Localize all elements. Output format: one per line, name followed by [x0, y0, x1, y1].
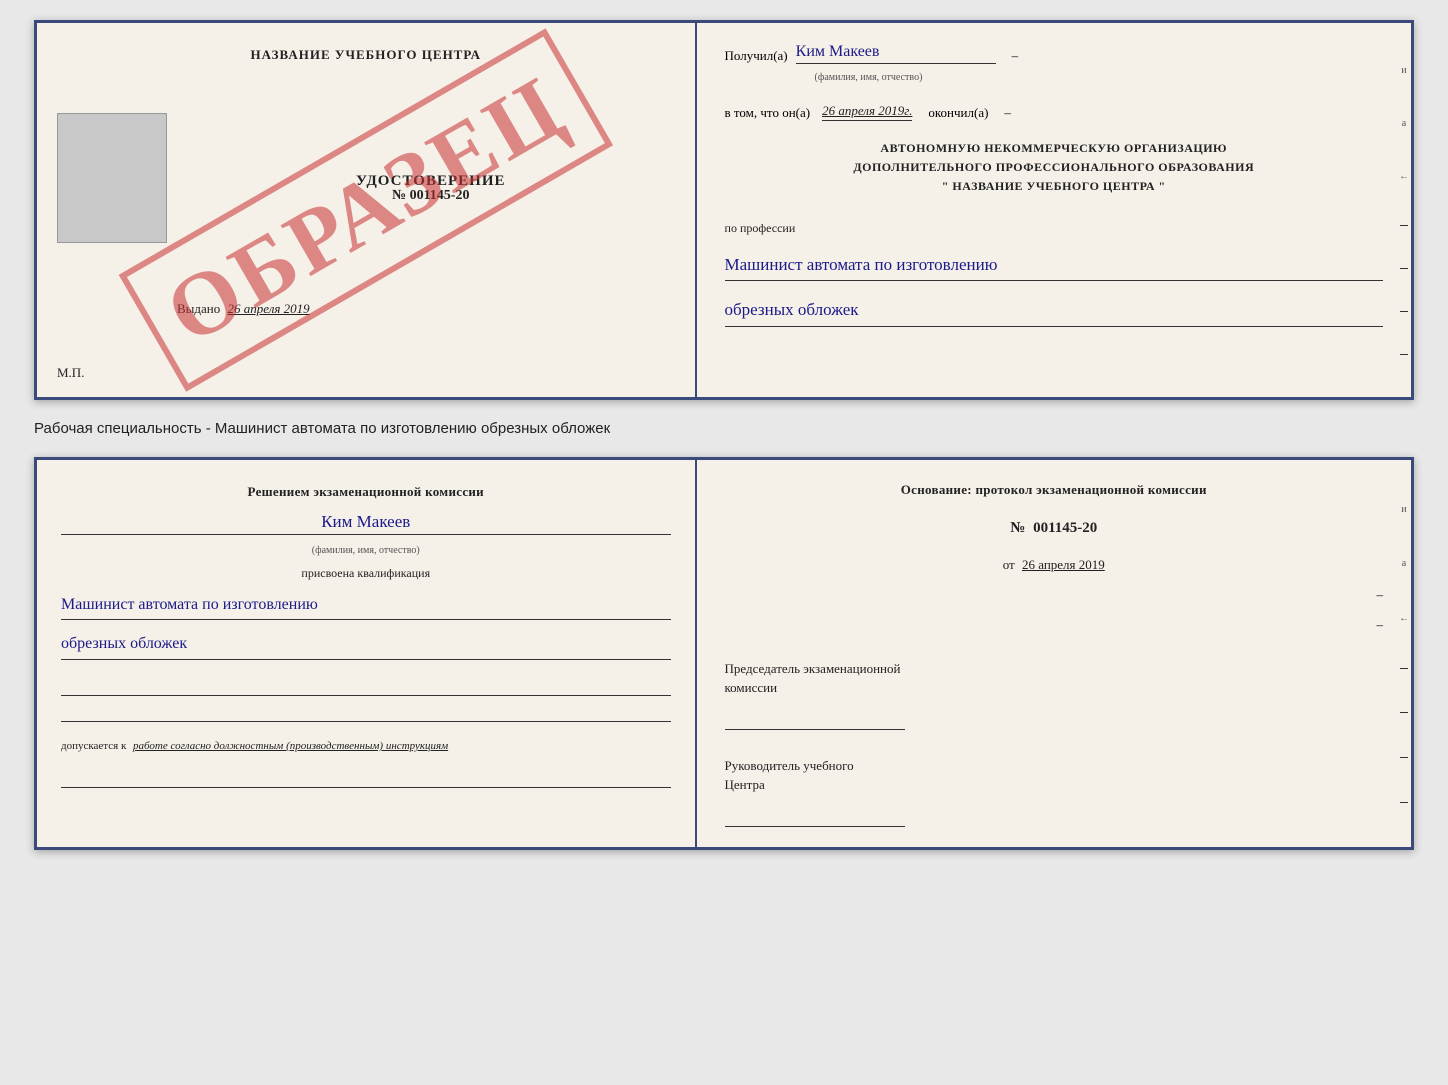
komissia-text-label: комиссии: [725, 678, 1383, 698]
top-left-panel: НАЗВАНИЕ УЧЕБНОГО ЦЕНТРА УДОСТОВЕРЕНИЕ №…: [37, 23, 697, 397]
bottom-left-panel: Решением экзаменационной комиссии Ким Ма…: [37, 460, 697, 847]
prisvoena-text: присвоена квалификация: [61, 566, 671, 581]
side-char-arrow: ←: [1399, 171, 1409, 182]
qualification-hw1: Машинист автомата по изготовлению: [61, 591, 671, 621]
name-subtext-top: (фамилия, имя, отчество): [725, 72, 1383, 83]
date-prefix: от: [1003, 557, 1015, 572]
side-line-1: [1400, 225, 1408, 226]
profession-value2: обрезных обложек: [725, 295, 1383, 327]
side-char-a: а: [1402, 118, 1406, 129]
issued-date: 26 апреля 2019: [228, 301, 310, 316]
predsedatel-label: Председатель экзаменационной комиссии: [725, 659, 1383, 730]
osnovanie-text: Основание: протокол экзаменационной коми…: [725, 480, 1383, 500]
plain-underline-3: [61, 770, 671, 788]
org-block: АВТОНОМНУЮ НЕКОММЕРЧЕСКУЮ ОРГАНИЗАЦИЮ ДО…: [725, 139, 1383, 197]
org-line3: " НАЗВАНИЕ УЧЕБНОГО ЦЕНТРА ": [725, 177, 1383, 196]
cert-issued-label: Выдано 26 апреля 2019: [177, 301, 310, 317]
side-char-i: и: [1401, 65, 1406, 76]
plain-underline-2: [61, 704, 671, 722]
mp-label: М.П.: [57, 365, 84, 381]
predsedatel-signature-line: [725, 702, 905, 730]
top-document: НАЗВАНИЕ УЧЕБНОГО ЦЕНТРА УДОСТОВЕРЕНИЕ №…: [34, 20, 1414, 400]
side-char-arrow-r: ←: [1399, 613, 1409, 624]
issued-label: Выдано: [177, 301, 220, 316]
dopuskaetsya-text: допускается к работе согласно должностны…: [61, 740, 671, 752]
protocol-number: № 001145-20: [725, 520, 1383, 537]
side-decoration: и а ←: [1397, 23, 1411, 397]
side-line-2: [1400, 268, 1408, 269]
number-value: 001145-20: [1033, 520, 1097, 536]
side-char-i-r: и: [1401, 504, 1406, 515]
inthat-row: в том, что он(а) 26 апреля 2019г. окончи…: [725, 103, 1383, 121]
dash1: –: [1012, 48, 1019, 64]
side-line-r-2: [1400, 712, 1408, 713]
org-line2: ДОПОЛНИТЕЛЬНОГО ПРОФЕССИОНАЛЬНОГО ОБРАЗО…: [725, 158, 1383, 177]
number-prefix: №: [1010, 520, 1025, 536]
inthat-date: 26 апреля 2019г.: [822, 103, 912, 121]
side-line-4: [1400, 354, 1408, 355]
date-value: 26 апреля 2019: [1022, 557, 1105, 572]
dash-1-right: –: [725, 587, 1383, 603]
side-line-r-1: [1400, 668, 1408, 669]
cert-number: № 001145-20: [177, 188, 685, 204]
plain-underline-1: [61, 678, 671, 696]
dopuskaetsya-value: работе согласно должностным (производств…: [133, 740, 448, 752]
profession-label: по профессии: [725, 221, 1383, 236]
watermark-obrazec: ОБРАЗЕЦ: [118, 28, 613, 392]
komissia-text: Решением экзаменационной комиссии: [61, 482, 671, 502]
profession-value1: Машинист автомата по изготовлению: [725, 250, 1383, 282]
rukovoditel-label: Руководитель учебного: [725, 756, 1383, 776]
dash2: –: [1004, 105, 1011, 121]
bottom-right-panel: Основание: протокол экзаменационной коми…: [697, 460, 1411, 847]
finished-label: окончил(а): [928, 105, 988, 121]
tsentra-label: Центра: [725, 775, 1383, 795]
received-name: Ким Макеев: [796, 43, 996, 64]
org-line1: АВТОНОМНУЮ НЕКОММЕРЧЕСКУЮ ОРГАНИЗАЦИЮ: [725, 139, 1383, 158]
protocol-date: от 26 апреля 2019: [725, 557, 1383, 573]
received-row: Получил(а) Ким Макеев –: [725, 43, 1383, 64]
description-line: Рабочая специальность - Машинист автомат…: [34, 416, 1414, 441]
main-container: НАЗВАНИЕ УЧЕБНОГО ЦЕНТРА УДОСТОВЕРЕНИЕ №…: [34, 20, 1414, 850]
received-label: Получил(а): [725, 48, 788, 64]
bottom-document: Решением экзаменационной комиссии Ким Ма…: [34, 457, 1414, 850]
rukovoditel-block: Руководитель учебного Центра: [725, 756, 1383, 827]
side-line-3: [1400, 311, 1408, 312]
qualification-hw2: обрезных обложек: [61, 630, 671, 660]
top-right-panel: Получил(а) Ким Макеев – (фамилия, имя, о…: [697, 23, 1411, 397]
side-line-r-4: [1400, 802, 1408, 803]
dash-2-right: –: [725, 617, 1383, 633]
side-line-r-3: [1400, 757, 1408, 758]
predsedatel-text: Председатель экзаменационной: [725, 659, 1383, 679]
side-char-a-r: а: [1402, 558, 1406, 569]
school-name-top: НАЗВАНИЕ УЧЕБНОГО ЦЕНТРА: [250, 47, 481, 63]
bottom-name-subtext: (фамилия, имя, отчество): [61, 545, 671, 556]
bottom-lines-block: [61, 678, 671, 722]
inthat-label: в том, что он(а): [725, 105, 811, 121]
bottom-name-value: Ким Макеев: [61, 512, 671, 535]
rukovoditel-signature-line: [725, 799, 905, 827]
side-decoration-right: и а ←: [1397, 460, 1411, 847]
dopuskaetsya-label: допускается к: [61, 740, 126, 752]
photo-placeholder: [57, 113, 167, 243]
